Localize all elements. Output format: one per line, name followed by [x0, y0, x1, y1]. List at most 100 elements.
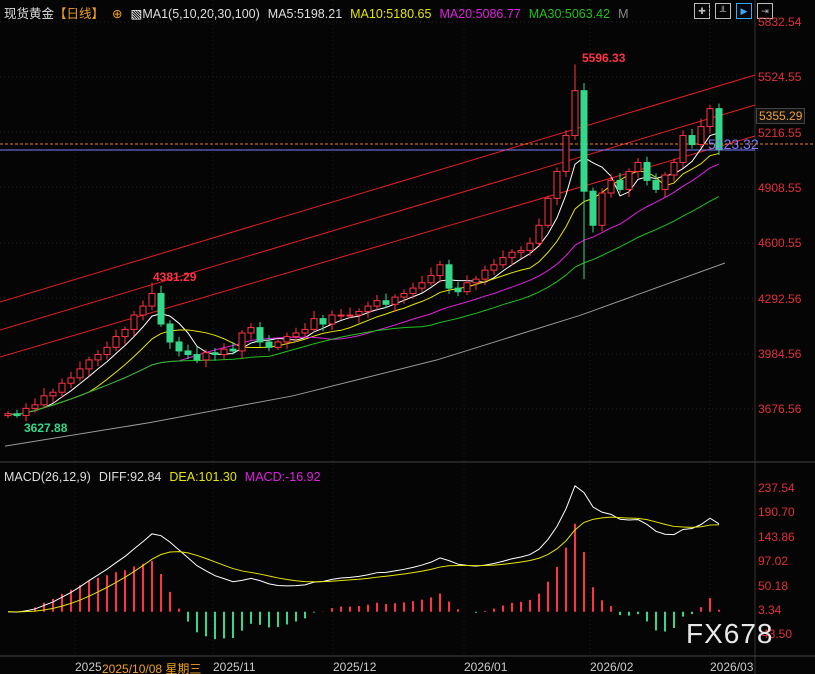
candle: [526, 242, 534, 251]
candle: [355, 310, 363, 316]
ma30-line: [7, 196, 720, 416]
dea-value: DEA:101.30: [169, 470, 237, 484]
peak-price-label: 4381.29: [153, 270, 197, 284]
candle: [490, 264, 498, 271]
candle: [391, 296, 399, 305]
price-chart[interactable]: [0, 0, 815, 674]
candle: [580, 90, 588, 192]
time-axis-label: 2025: [75, 660, 102, 674]
candle: [571, 90, 579, 137]
macd-axis-label: 190.70: [758, 505, 795, 520]
candle: [58, 382, 66, 393]
candle: [688, 135, 696, 146]
candle: [670, 161, 678, 176]
candle: [679, 135, 687, 163]
candle: [157, 293, 165, 325]
ma20-line: [7, 163, 720, 416]
trend-channel-line: [0, 74, 756, 303]
price-axis-label: 5832.54: [758, 15, 802, 29]
candle: [445, 264, 453, 289]
candle: [625, 170, 633, 190]
candle: [373, 300, 381, 307]
macd-axis-label: 237.54: [758, 481, 795, 495]
candle: [256, 327, 264, 343]
time-axis-label: 2026/02: [590, 660, 634, 674]
candle: [22, 407, 30, 417]
candle: [121, 328, 129, 338]
price-axis-label: 4600.55: [758, 236, 802, 251]
macd-header: MACD(26,12,9) DIFF:92.84 DEA:101.30 MACD:-1…: [4, 470, 329, 484]
candle: [634, 161, 642, 172]
trend-channel-line: [0, 135, 756, 358]
ma100-line: [4, 262, 726, 447]
candle: [76, 368, 84, 379]
candle: [436, 264, 444, 277]
crosshair-date-label: 2025/10/08 星期三: [102, 660, 202, 674]
candle: [562, 135, 570, 172]
candle: [382, 300, 390, 305]
price-axis-label: 5216.55: [758, 125, 802, 140]
candle: [463, 282, 471, 293]
candle: [67, 377, 75, 384]
candle: [301, 328, 309, 334]
candle: [427, 275, 435, 284]
candle: [283, 336, 291, 343]
candle: [148, 293, 156, 307]
candle: [337, 314, 345, 317]
diff-line: [7, 485, 720, 613]
candle: [364, 305, 372, 312]
time-axis-label: 2025/11: [213, 660, 256, 674]
candle: [166, 323, 174, 343]
candle: [553, 170, 561, 199]
candle: [535, 224, 543, 244]
candle: [400, 293, 408, 298]
candle: [418, 282, 426, 289]
candle: [112, 336, 120, 348]
candle: [589, 190, 597, 226]
macd-value: MACD:-16.92: [244, 470, 321, 484]
candle: [481, 269, 489, 280]
candle: [517, 249, 525, 253]
candle: [346, 314, 354, 317]
candle: [130, 314, 138, 330]
price-axis-label: 3984.56: [758, 346, 802, 361]
candle: [310, 318, 318, 330]
time-axis-label: 2025/12: [333, 660, 377, 674]
candle: [238, 332, 246, 352]
candle: [103, 346, 111, 356]
candle: [13, 413, 21, 417]
candle: [508, 251, 516, 259]
time-axis-label: 2026/03: [710, 660, 754, 674]
candle: [652, 179, 660, 190]
macd-axis-label: 50.18: [758, 578, 789, 593]
diff-value: DIFF:92.84: [98, 470, 162, 484]
candle: [409, 287, 417, 295]
min-price-label: 3627.88: [24, 421, 68, 435]
price-axis-label: 4908.55: [758, 180, 802, 195]
max-price-label: 5596.33: [582, 51, 626, 65]
macd-axis-label: 97.02: [758, 554, 789, 569]
macd-axis-label: 143.86: [758, 529, 795, 544]
price-axis-label: 5524.55: [758, 70, 802, 85]
candle: [472, 278, 480, 284]
candle: [4, 413, 12, 417]
candle: [265, 341, 273, 348]
candle: [184, 350, 192, 356]
chart-window: 现货黄金【日线】 ⊕ ▧MA1(5,10,20,30,100) MA5:5198.21…: [0, 0, 815, 674]
candle: [193, 354, 201, 361]
macd-label[interactable]: MACD(26,12,9): [4, 470, 91, 484]
candle: [292, 332, 300, 338]
ma5-line: [7, 132, 720, 416]
candle: [274, 341, 282, 348]
candle: [706, 108, 714, 128]
candle: [454, 287, 462, 293]
candle: [247, 327, 255, 334]
candle: [85, 359, 93, 370]
high-price-tag: 5355.29: [756, 108, 806, 124]
candle: [643, 161, 651, 181]
macd-axis-label: 3.34: [758, 603, 782, 617]
candle: [661, 174, 669, 190]
candle: [499, 257, 507, 266]
candle: [175, 341, 183, 352]
candle: [40, 395, 48, 406]
